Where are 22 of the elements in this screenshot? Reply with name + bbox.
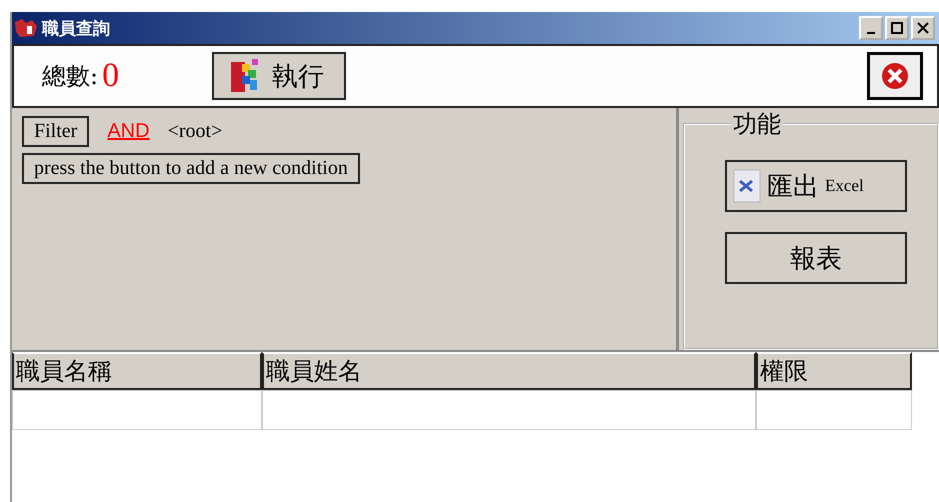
run-button[interactable]: 執行 (212, 52, 346, 100)
add-condition-button[interactable]: press the button to add a new condition (22, 153, 360, 184)
close-button[interactable] (867, 52, 923, 100)
export-button[interactable]: 匯出 Excel (725, 160, 907, 212)
column-header[interactable]: 職員名稱 (12, 352, 262, 390)
report-button[interactable]: 報表 (725, 232, 907, 284)
app-icon (14, 18, 38, 38)
total-label: 總數: (42, 61, 98, 92)
minimize-button[interactable] (859, 16, 883, 40)
column-header[interactable]: 職員姓名 (262, 352, 756, 390)
total-count: 0 (102, 57, 120, 95)
root-label: <root> (168, 120, 222, 143)
maximize-icon (891, 22, 903, 34)
close-icon (879, 60, 911, 92)
group-title: 功能 (732, 109, 782, 140)
filter-button[interactable]: Filter (22, 116, 90, 147)
spreadsheet-icon (733, 169, 761, 203)
close-icon (917, 22, 929, 34)
window-title: 職員查詢 (42, 18, 111, 40)
column-header[interactable]: 權限 (756, 352, 912, 390)
minimize-icon (867, 32, 875, 34)
maximize-button[interactable] (885, 16, 909, 40)
